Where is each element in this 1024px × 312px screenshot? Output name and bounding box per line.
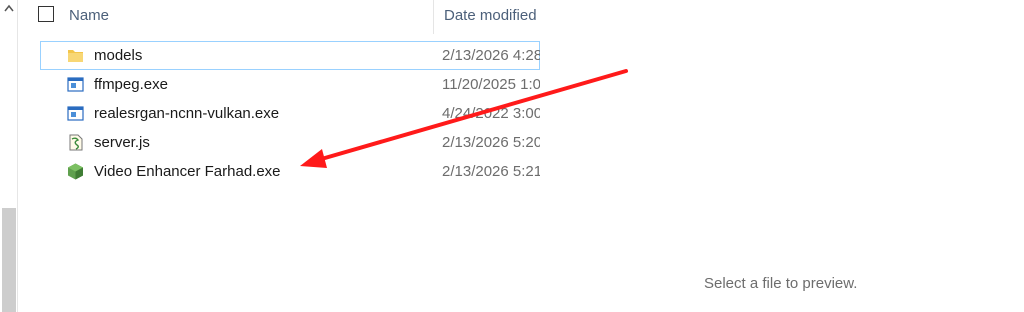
- chevron-up-icon[interactable]: [3, 2, 15, 16]
- file-name: server.js: [94, 134, 150, 151]
- navigation-scrollbar[interactable]: [0, 0, 18, 312]
- file-name: realesrgan-ncnn-vulkan.exe: [94, 105, 280, 122]
- name-column-header[interactable]: Name: [69, 7, 109, 24]
- nodejs-hexagon-icon: [68, 163, 83, 180]
- scrollbar-thumb[interactable]: [2, 208, 16, 312]
- file-name: ffmpeg.exe: [94, 76, 168, 93]
- file-date: 2/13/2026 5:21 PM: [442, 163, 540, 180]
- column-divider[interactable]: [433, 0, 434, 34]
- select-all-checkbox[interactable]: [38, 6, 54, 22]
- file-date: 2/13/2026 5:20 PM: [442, 134, 540, 151]
- folder-icon: [68, 50, 83, 62]
- file-date: 4/24/2022 3:00 PM: [442, 105, 540, 122]
- column-header: Name Date modified: [18, 0, 540, 34]
- date-modified-column-header[interactable]: Date modified: [444, 7, 540, 24]
- file-row-realesrgan[interactable]: realesrgan-ncnn-vulkan.exe 4/24/2022 3:0…: [40, 99, 540, 128]
- file-date: 2/13/2026 4:28 PM: [442, 47, 540, 64]
- file-row-server-js[interactable]: server.js 2/13/2026 5:20 PM: [40, 128, 540, 157]
- file-list: models 2/13/2026 4:28 PM ffmpeg.exe 11/2…: [40, 41, 540, 186]
- script-file-icon: [69, 134, 83, 151]
- file-row-ffmpeg[interactable]: ffmpeg.exe 11/20/2025 1:05 PM: [40, 70, 540, 99]
- app-window-icon: [67, 106, 84, 121]
- file-date: 11/20/2025 1:05 PM: [442, 76, 540, 93]
- file-name: models: [94, 47, 143, 64]
- file-row-models[interactable]: models 2/13/2026 4:28 PM: [40, 41, 540, 70]
- file-name: Video Enhancer Farhad.exe: [94, 163, 281, 180]
- app-window-icon: [67, 77, 84, 92]
- preview-empty-message: Select a file to preview.: [704, 275, 858, 292]
- preview-pane: Select a file to preview.: [540, 0, 1024, 312]
- file-row-video-enhancer[interactable]: Video Enhancer Farhad.exe 2/13/2026 5:21…: [40, 157, 540, 186]
